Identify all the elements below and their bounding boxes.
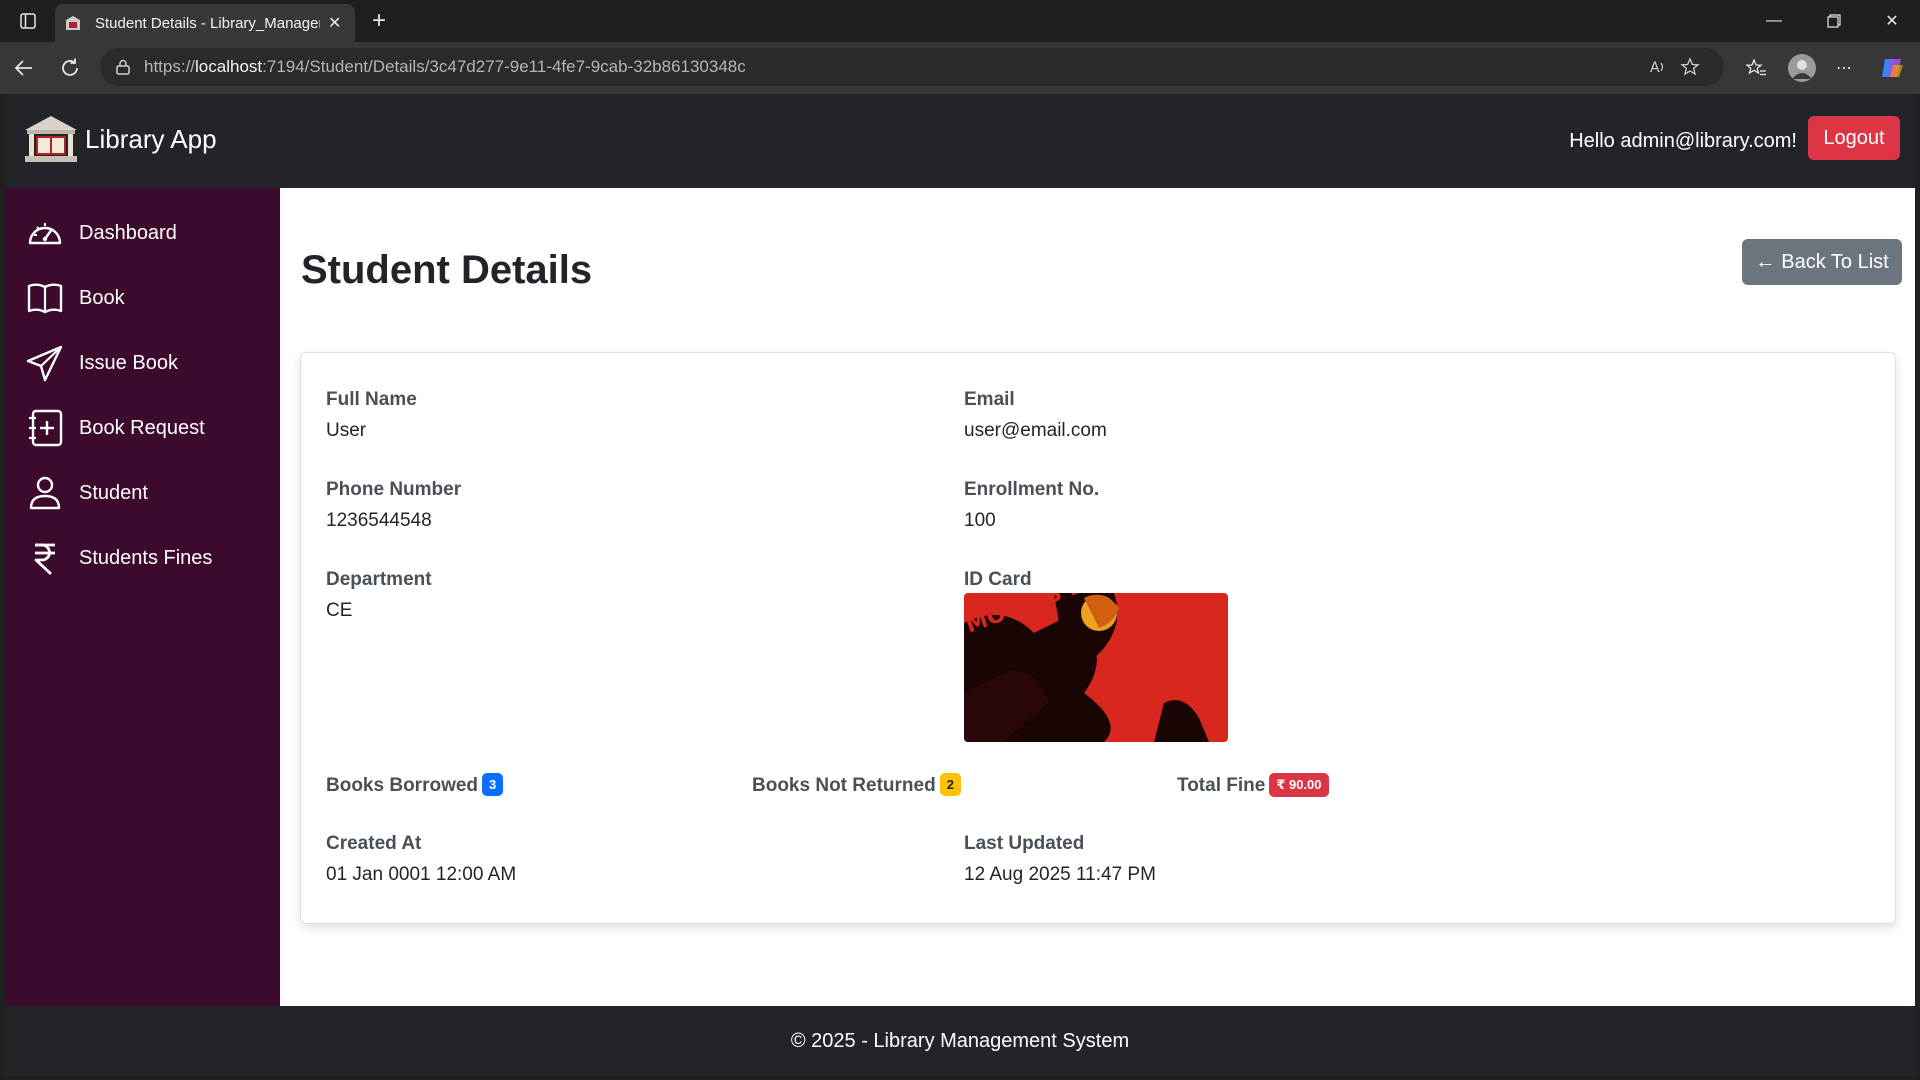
books-not-returned-badge: 2 bbox=[939, 773, 961, 796]
sidebar-item-label: Dashboard bbox=[79, 221, 177, 244]
id-card-image[interactable]: MOON'S EYEAN bbox=[964, 593, 1228, 742]
back-to-list-button[interactable]: ← Back To List bbox=[1742, 239, 1902, 285]
library-building-icon bbox=[25, 116, 77, 162]
sidebar-item-label: Book Request bbox=[79, 416, 205, 439]
browser-tab[interactable]: Student Details - Library_Management ✕ bbox=[55, 4, 355, 42]
department-label: Department bbox=[326, 569, 432, 590]
footer: © 2025 - Library Management System bbox=[5, 1006, 1915, 1076]
sidebar-item-label: Students Fines bbox=[79, 546, 213, 569]
url-input[interactable]: https://localhost:7194/Student/Details/3… bbox=[100, 48, 1724, 86]
sidebar-item-dashboard[interactable]: Dashboard bbox=[5, 203, 280, 263]
id-card-label: ID Card bbox=[964, 569, 1032, 590]
student-details-card: Full Name User Email user@email.com Phon… bbox=[300, 352, 1896, 924]
total-fine-field: Total Fine ₹ 90.00 bbox=[1177, 773, 1329, 797]
department-value: CE bbox=[326, 600, 353, 621]
page-title: Student Details bbox=[301, 248, 593, 292]
books-not-returned-field: Books Not Returned 2 bbox=[752, 773, 961, 797]
sidebar: Dashboard Book Issue Book Book Request S… bbox=[5, 188, 280, 1006]
read-aloud-icon[interactable]: A bbox=[1648, 57, 1668, 77]
sidebar-item-students-fines[interactable]: Students Fines bbox=[5, 528, 280, 588]
email-label: Email bbox=[964, 389, 1015, 410]
last-updated-value: 12 Aug 2025 11:47 PM bbox=[964, 864, 1156, 885]
full-name-field: Full Name User bbox=[326, 389, 417, 442]
profile-avatar[interactable] bbox=[1786, 52, 1818, 84]
tab-title: Student Details - Library_Management bbox=[95, 14, 320, 32]
logout-button[interactable]: Logout bbox=[1808, 116, 1900, 160]
sidebar-item-book[interactable]: Book bbox=[5, 268, 280, 328]
brand-name: Library App bbox=[85, 123, 217, 154]
minimize-icon[interactable]: — bbox=[1746, 0, 1802, 42]
favorites-icon[interactable] bbox=[1742, 54, 1770, 82]
books-borrowed-field: Books Borrowed 3 bbox=[326, 773, 504, 797]
books-borrowed-badge: 3 bbox=[482, 773, 504, 796]
rupee-icon bbox=[34, 543, 55, 576]
total-fine-label: Total Fine bbox=[1177, 775, 1266, 796]
restore-icon[interactable] bbox=[1806, 0, 1862, 42]
id-card-field: ID Card bbox=[964, 569, 1032, 591]
phone-label: Phone Number bbox=[326, 479, 462, 500]
last-updated-label: Last Updated bbox=[964, 833, 1085, 854]
full-name-label: Full Name bbox=[326, 389, 417, 410]
send-icon bbox=[26, 345, 63, 382]
books-not-returned-label: Books Not Returned bbox=[752, 775, 936, 796]
url-text: https://localhost:7194/Student/Details/3… bbox=[144, 57, 746, 76]
enrollment-label: Enrollment No. bbox=[964, 479, 1100, 500]
created-at-value: 01 Jan 0001 12:00 AM bbox=[326, 864, 517, 885]
footer-text: © 2025 - Library Management System bbox=[790, 1029, 1130, 1052]
email-field: Email user@email.com bbox=[964, 389, 1107, 442]
more-options-icon[interactable]: ⋯ bbox=[1830, 54, 1858, 82]
library-favicon-icon bbox=[66, 16, 80, 30]
phone-field: Phone Number 1236544548 bbox=[326, 479, 461, 532]
svg-text:A: A bbox=[1650, 60, 1660, 76]
refresh-icon[interactable] bbox=[54, 52, 86, 84]
address-bar-row: https://localhost:7194/Student/Details/3… bbox=[0, 42, 1920, 94]
books-borrowed-label: Books Borrowed bbox=[326, 775, 479, 796]
last-updated-field: Last Updated 12 Aug 2025 11:47 PM bbox=[964, 833, 1156, 886]
speedometer-icon bbox=[28, 223, 62, 245]
created-at-label: Created At bbox=[326, 833, 422, 854]
sidebar-item-student[interactable]: Student bbox=[5, 463, 280, 523]
main-content: Student Details ← Back To List Full Name… bbox=[280, 188, 1915, 1006]
close-tab-icon[interactable]: ✕ bbox=[328, 13, 341, 33]
sidebar-item-issue-book[interactable]: Issue Book bbox=[5, 333, 280, 393]
top-navbar: Library App Hello admin@library.com! Log… bbox=[5, 94, 1915, 188]
copilot-icon[interactable] bbox=[1878, 54, 1906, 82]
total-fine-badge: ₹ 90.00 bbox=[1269, 773, 1329, 797]
full-name-value: User bbox=[326, 420, 367, 441]
enrollment-value: 100 bbox=[964, 510, 996, 531]
back-arrow-icon[interactable] bbox=[8, 52, 40, 84]
new-tab-icon[interactable]: + bbox=[364, 6, 394, 36]
sidebar-item-label: Student bbox=[79, 481, 148, 504]
arrow-left-icon: ← bbox=[1755, 250, 1776, 273]
back-to-list-label: Back To List bbox=[1781, 250, 1889, 273]
person-icon bbox=[29, 476, 61, 510]
sidebar-item-label: Book bbox=[79, 286, 125, 309]
close-window-icon[interactable]: ✕ bbox=[1864, 0, 1920, 42]
email-value: user@email.com bbox=[964, 420, 1107, 441]
lock-icon bbox=[116, 59, 130, 75]
sidebar-item-book-request[interactable]: Book Request bbox=[5, 398, 280, 458]
department-field: Department CE bbox=[326, 569, 432, 622]
favorite-star-icon[interactable] bbox=[1680, 57, 1700, 77]
phone-value: 1236544548 bbox=[326, 510, 432, 531]
created-at-field: Created At 01 Jan 0001 12:00 AM bbox=[326, 833, 516, 886]
greeting-text: Hello admin@library.com! bbox=[1569, 130, 1797, 152]
journal-plus-icon bbox=[29, 409, 63, 447]
app-viewport: Library App Hello admin@library.com! Log… bbox=[5, 94, 1915, 1076]
brand[interactable]: Library App bbox=[23, 114, 217, 164]
book-icon bbox=[27, 283, 63, 314]
enrollment-field: Enrollment No. 100 bbox=[964, 479, 1099, 532]
browser-tab-bar: Student Details - Library_Management ✕ +… bbox=[0, 0, 1920, 42]
sidebar-item-label: Issue Book bbox=[79, 351, 178, 374]
sidebar-toggle-icon[interactable] bbox=[0, 0, 56, 42]
